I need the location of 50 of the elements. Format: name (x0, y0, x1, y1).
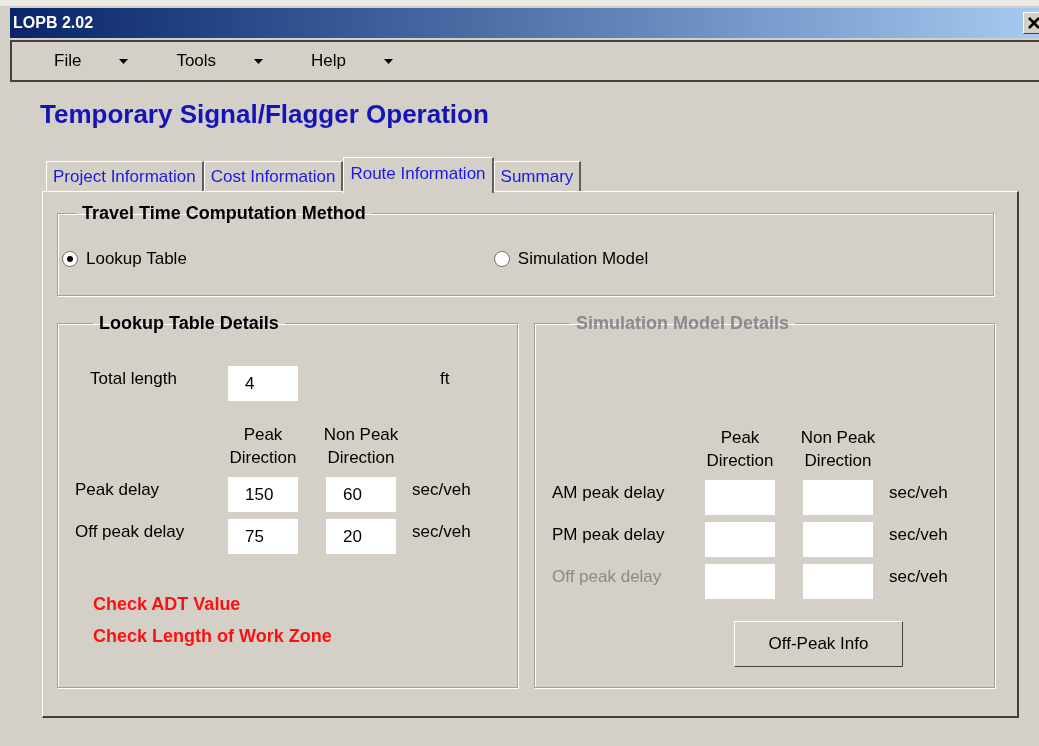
input-field[interactable]: 75 (228, 519, 298, 554)
tab[interactable]: Route Information (343, 157, 494, 193)
input-field[interactable]: 20 (326, 519, 396, 554)
unit-label: sec/veh (889, 524, 948, 546)
warning-message: Check Length of Work Zone (93, 625, 333, 648)
row-label: Peak delay (75, 479, 161, 501)
tab[interactable]: Cost Information (203, 161, 344, 191)
radio-option[interactable]: Simulation Model (493, 246, 649, 272)
column-header: Non Peak Direction (323, 424, 399, 469)
caret-icon (254, 58, 264, 64)
radio-button[interactable] (493, 250, 510, 267)
row-label: AM peak delay (552, 482, 666, 504)
menu-item[interactable]: Help (311, 48, 394, 74)
group-title: Lookup Table Details (98, 312, 280, 334)
close-button[interactable] (1023, 12, 1039, 34)
window-title: LOPB 2.02 (13, 13, 94, 33)
unit-label: ft (440, 368, 450, 390)
input-field[interactable] (705, 480, 775, 515)
warning-message: Check ADT Value (93, 593, 242, 616)
page-heading: Temporary Signal/Flagger Operation (40, 98, 490, 130)
input-field[interactable]: 150 (228, 477, 298, 512)
group-title: Simulation Model Details (575, 312, 791, 334)
input-field[interactable] (705, 564, 775, 599)
unit-label: sec/veh (889, 566, 948, 588)
input-field[interactable] (803, 564, 873, 599)
tab[interactable]: Summary (493, 161, 582, 191)
row-label: Off peak delay (552, 566, 663, 588)
row-label: PM peak delay (552, 524, 666, 546)
input-field[interactable]: 60 (326, 477, 396, 512)
unit-label: sec/veh (889, 482, 948, 504)
input-field[interactable] (705, 522, 775, 557)
input-field[interactable] (803, 522, 873, 557)
unit-label: sec/veh (412, 521, 471, 543)
row-label: Off peak delay (75, 521, 186, 543)
unit-label: sec/veh (412, 479, 471, 501)
close-icon (1028, 17, 1039, 29)
radio-button[interactable] (62, 250, 78, 267)
caret-icon (384, 58, 394, 64)
field-label: Total length (89, 368, 178, 390)
group-title: Travel Time Computation Method (81, 202, 367, 224)
tab[interactable]: Project Information (46, 161, 204, 191)
column-header: Non Peak Direction (800, 427, 876, 472)
caret-icon (119, 58, 129, 64)
radio-option[interactable]: Lookup Table (62, 246, 187, 272)
menu-item[interactable]: Tools (176, 48, 264, 74)
menu-item[interactable]: File (54, 48, 129, 74)
input-field[interactable] (803, 480, 873, 515)
column-header: Peak Direction (229, 424, 297, 469)
column-header: Peak Direction (706, 427, 774, 472)
input-field[interactable]: 4 (228, 366, 298, 401)
